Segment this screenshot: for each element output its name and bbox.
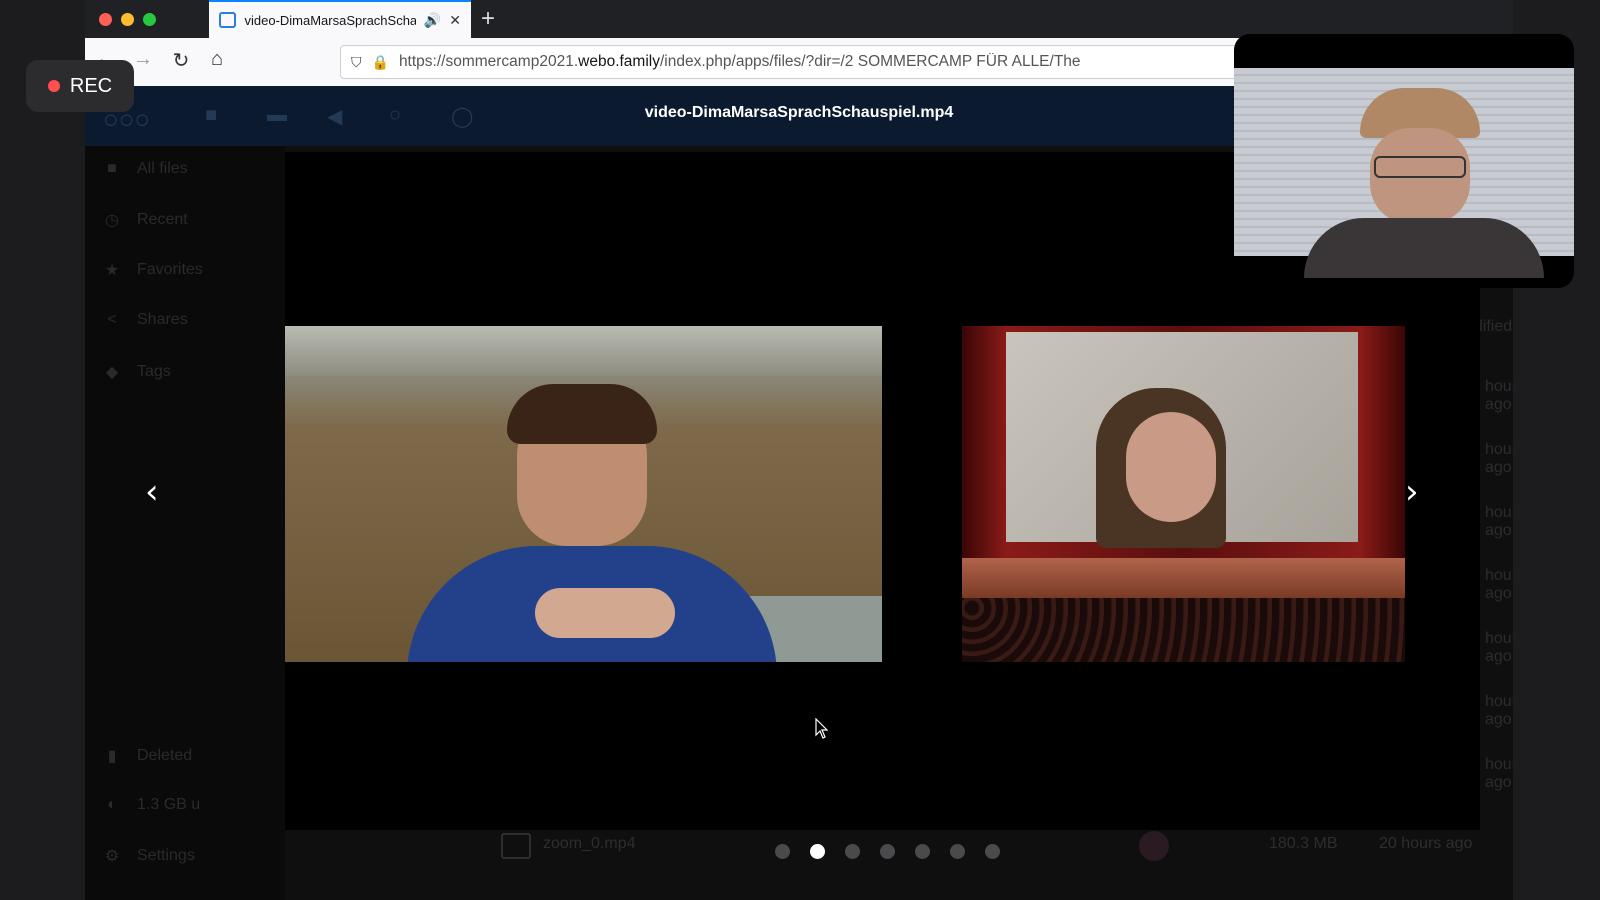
video-frame-left (285, 326, 882, 662)
file-modified: hours ago (1485, 441, 1513, 476)
file-modified: hours ago (1485, 756, 1513, 791)
speaker-icon[interactable]: 🔊 (424, 12, 441, 29)
slide-dot[interactable] (985, 844, 1000, 859)
file-modified: hours ago (1485, 504, 1513, 539)
pie-icon: ◐ (107, 796, 117, 813)
maximize-window-button[interactable] (143, 13, 156, 26)
clock-icon: ◷ (105, 212, 119, 229)
new-tab-button[interactable]: + (481, 5, 495, 33)
video-frame-right (962, 326, 1405, 662)
tab-title: video-DimaMarsaSprachSchauspiel.mp4 (244, 12, 416, 28)
file-modified: hours ago (1485, 378, 1513, 413)
tab-bar: video-DimaMarsaSprachSchauspiel.mp4 🔊 ✕ … (85, 0, 1513, 38)
reload-button[interactable]: ↻ (167, 48, 195, 73)
file-name: zoom_0.mp4 (543, 835, 636, 852)
stage (962, 558, 1405, 598)
mouse-cursor-icon (815, 718, 829, 739)
share-icon: < (107, 311, 117, 328)
browser-tab[interactable]: video-DimaMarsaSprachSchauspiel.mp4 🔊 ✕ (209, 0, 471, 38)
sidebar-item-shares[interactable]: < Shares (103, 311, 188, 329)
video-file-icon (501, 833, 531, 859)
self-camera-view[interactable] (1234, 34, 1574, 288)
star-icon: ★ (104, 262, 120, 279)
slide-indicator (775, 844, 1000, 859)
sidebar-item-label: Tags (137, 363, 171, 380)
slide-dot[interactable] (915, 844, 930, 859)
quota-indicator: ◐ 1.3 GB u (103, 796, 200, 814)
tag-icon: ◆ (105, 364, 119, 381)
url-text: https://sommercamp2021.webo.family/index… (399, 53, 1282, 71)
record-dot-icon (47, 80, 60, 92)
quota-label: 1.3 GB u (137, 796, 201, 813)
minimize-window-button[interactable] (121, 13, 134, 26)
avatar (1139, 831, 1169, 861)
folder-icon: ■ (107, 160, 117, 177)
url-domain: webo.family (578, 53, 660, 70)
file-modified: hours ago (1485, 567, 1513, 602)
sidebar-item-label: Shares (137, 311, 188, 328)
ceiling (285, 326, 882, 376)
sidebar-item-label: Recent (137, 211, 188, 228)
sidebar-item-favorites[interactable]: ★ Favorites (103, 260, 203, 280)
sidebar-item-tags[interactable]: ◆ Tags (103, 362, 171, 382)
slide-dot[interactable] (775, 844, 790, 859)
hair (507, 384, 657, 444)
file-modified: 20 hours ago (1379, 835, 1473, 852)
close-window-button[interactable] (99, 13, 112, 26)
slide-dot[interactable] (845, 844, 860, 859)
home-button[interactable]: ⌂ (203, 48, 231, 71)
slide-dot[interactable] (880, 844, 895, 859)
sidebar-item-recent[interactable]: ◷ Recent (103, 210, 188, 230)
audience (962, 598, 1405, 662)
slide-dot[interactable] (950, 844, 965, 859)
hands (535, 588, 675, 638)
sidebar-item-label: Favorites (137, 261, 203, 278)
close-tab-icon[interactable]: ✕ (449, 12, 461, 29)
file-size: 180.3 MB (1269, 835, 1338, 852)
cinema-screen (1006, 332, 1358, 548)
shirt (1304, 218, 1544, 278)
lock-icon[interactable]: 🔒 (372, 54, 389, 71)
sidebar-item-all-files[interactable]: ■ All files (103, 160, 188, 178)
url-suffix: /index.php/apps/files/?dir=/2 SOMMERCAMP… (659, 53, 1081, 70)
next-arrow-icon[interactable]: › (1405, 472, 1419, 512)
file-modified: hours ago (1485, 630, 1513, 665)
url-prefix: https://sommercamp2021. (398, 53, 579, 70)
camera-feed (1234, 68, 1574, 278)
rec-label: REC (69, 74, 113, 97)
sidebar-item-label: Deleted (137, 747, 193, 764)
file-favicon-icon (219, 12, 237, 28)
slide-dot[interactable] (810, 844, 825, 859)
glasses (1374, 156, 1466, 178)
sidebar-item-label: All files (137, 160, 188, 177)
file-modified: hours ago (1485, 693, 1513, 728)
recording-indicator: REC (26, 60, 134, 112)
shield-icon[interactable]: ⛉ (351, 54, 362, 71)
url-bar[interactable]: ⛉ 🔒 https://sommercamp2021.webo.family/i… (340, 45, 1340, 79)
previous-arrow-icon[interactable]: ‹ (145, 472, 159, 512)
sidebar-item-deleted[interactable]: ▮ Deleted (103, 746, 193, 766)
trash-icon: ▮ (107, 748, 117, 765)
face (1126, 412, 1216, 522)
